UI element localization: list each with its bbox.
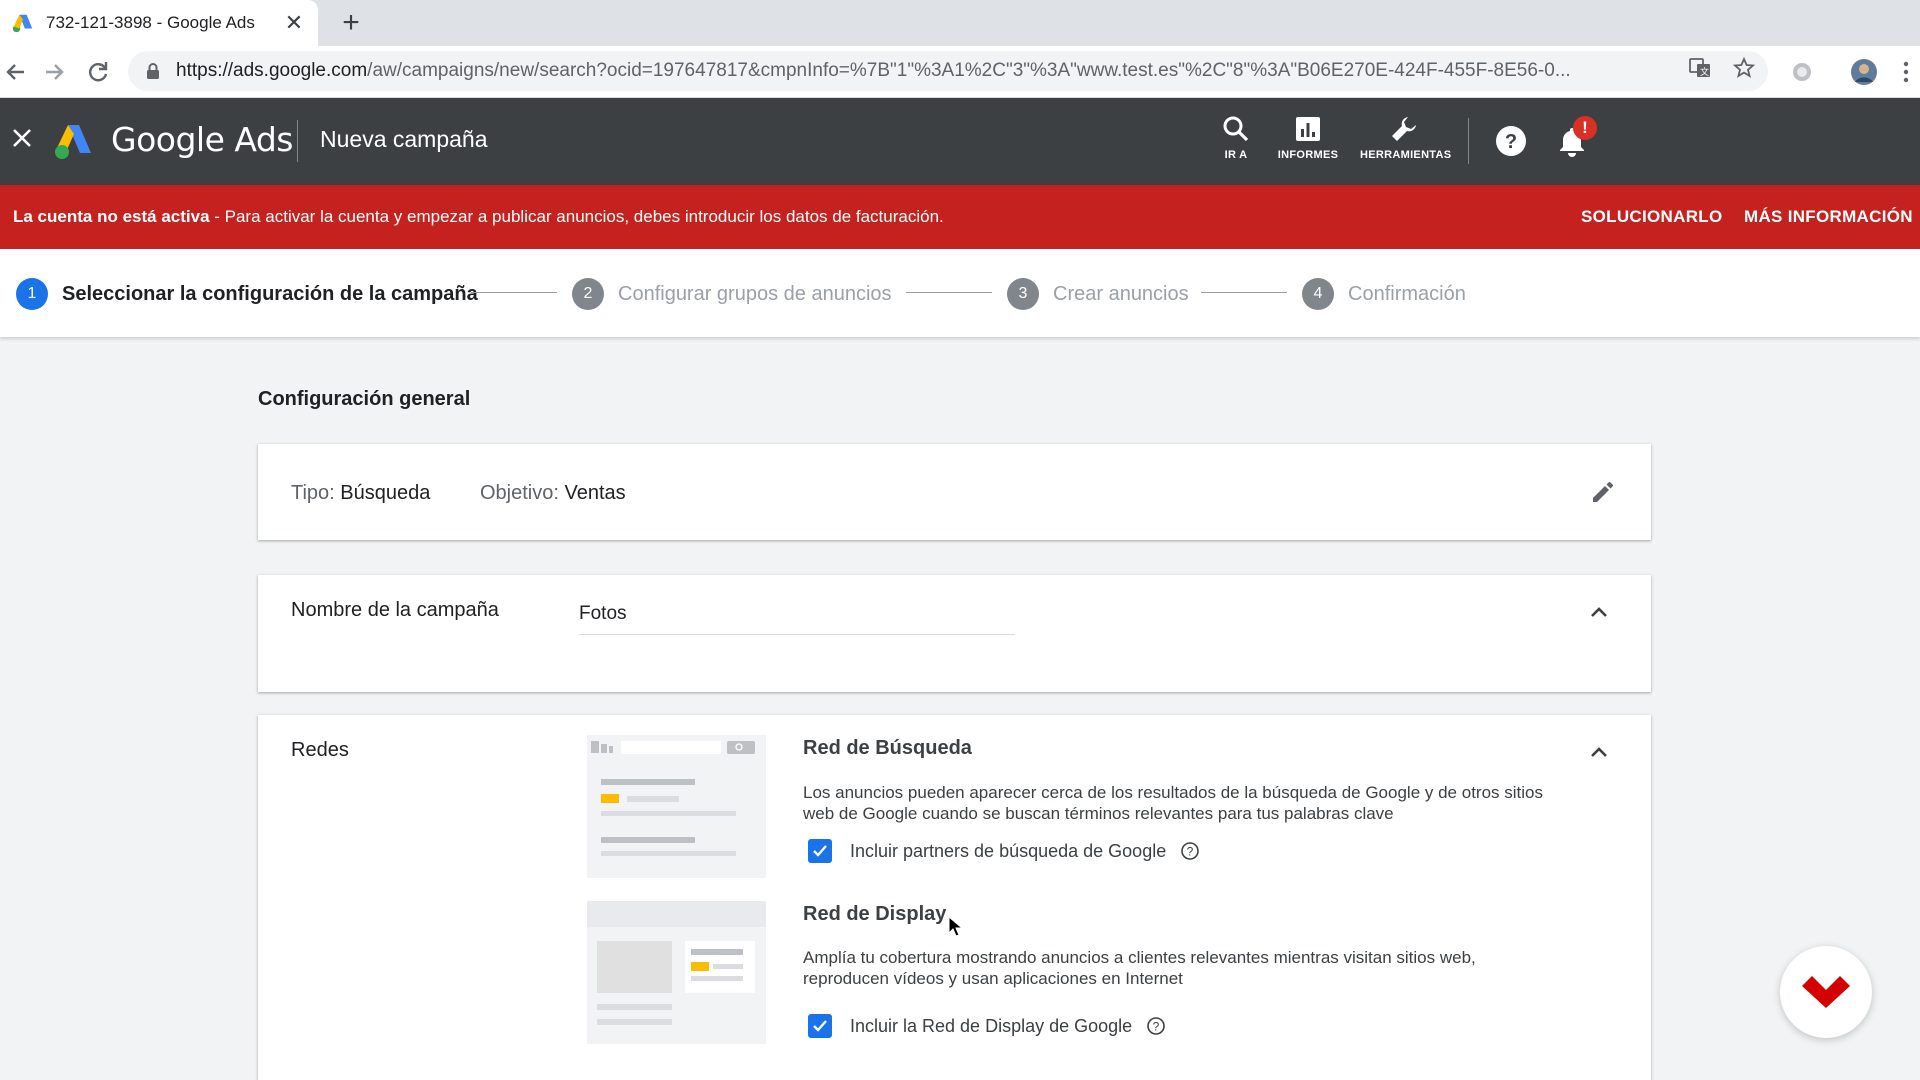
close-icon[interactable] (8, 124, 36, 152)
url-path: /aw/campaigns/new/search?ocid=197647817&… (367, 60, 1571, 81)
step-label: Confirmación (1348, 282, 1466, 305)
campaign-goal: Objetivo: Ventas (480, 482, 626, 505)
goal-value: Ventas (564, 482, 626, 504)
ads-header: Google Ads Nueva campaña IR A INFORMES H… (0, 98, 1920, 185)
profile-avatar-icon[interactable] (1850, 58, 1878, 86)
display-network-label: Incluir la Red de Display de Google (850, 1015, 1133, 1036)
alert-text: - Para activar la cuenta y empezar a pub… (209, 207, 944, 226)
campaign-type-card: Tipo: Búsqueda Objetivo: Ventas (258, 444, 1651, 540)
chevron-up-icon[interactable] (1587, 741, 1611, 765)
checkmark-icon (813, 1020, 827, 1032)
step-label: Configurar grupos de anuncios (618, 282, 892, 305)
go-to-label: IR A (1224, 149, 1248, 161)
display-network-illustration (587, 901, 766, 1044)
campaign-name-card: Nombre de la campaña Fotos (258, 575, 1651, 692)
display-network-option[interactable]: Incluir la Red de Display de Google ? (808, 1014, 1166, 1038)
alert-bold-text: La cuenta no está activa (13, 207, 210, 226)
tools-button[interactable]: HERRAMIENTAS (1360, 114, 1452, 161)
step-3[interactable]: 3 Crear anuncios (1007, 278, 1189, 310)
wrench-icon (1392, 117, 1416, 141)
campaign-stepper: 1 Seleccionar la configuración de la cam… (0, 249, 1920, 337)
browser-tab-bar: 732-121-3898 - Google Ads ✕ + (0, 0, 1920, 46)
more-info-button[interactable]: MÁS INFORMACIÓN (1744, 207, 1913, 227)
step-4[interactable]: 4 Confirmación (1302, 278, 1466, 310)
notification-badge: ! (1573, 116, 1597, 140)
search-network-illustration (587, 735, 766, 878)
goal-label: Objetivo: (480, 482, 565, 504)
step-2[interactable]: 2 Configurar grupos de anuncios (572, 278, 892, 310)
step-number: 2 (572, 278, 604, 310)
account-inactive-banner: La cuenta no está activa - Para activar … (0, 185, 1920, 249)
google-ads-logo-icon (55, 125, 91, 159)
mouse-cursor-icon (948, 916, 964, 937)
search-partners-option[interactable]: Incluir partners de búsqueda de Google ? (808, 839, 1200, 863)
step-number: 4 (1302, 278, 1334, 310)
brand-name: Google Ads (111, 120, 294, 159)
help-circle-icon[interactable]: ? (1146, 1016, 1166, 1036)
campaign-name-label: Nombre de la campaña (291, 599, 499, 621)
address-bar[interactable]: https://ads.google.com/aw/campaigns/new/… (128, 51, 1768, 91)
step-connector (471, 292, 557, 293)
search-network-title: Red de Búsqueda (803, 737, 972, 759)
search-icon (1223, 116, 1249, 142)
lock-icon (147, 63, 159, 79)
tab-close-icon[interactable]: ✕ (282, 10, 306, 36)
step-number: 3 (1007, 278, 1039, 310)
svg-text:?: ? (1187, 845, 1194, 859)
google-ads-favicon-icon (12, 14, 33, 33)
new-tab-button[interactable]: + (334, 6, 368, 40)
step-1[interactable]: 1 Seleccionar la configuración de la cam… (16, 278, 478, 310)
search-network-description: Los anuncios pueden aparecer cerca de lo… (803, 783, 1543, 823)
step-connector (1201, 292, 1287, 293)
url-text: https://ads.google.com/aw/campaigns/new/… (176, 60, 1768, 82)
header-divider (297, 120, 298, 162)
page-title: Nueva campaña (320, 126, 488, 152)
step-label: Crear anuncios (1053, 282, 1189, 305)
tab-title: 732-121-3898 - Google Ads (46, 13, 255, 32)
back-arrow-icon[interactable] (0, 56, 32, 88)
campaign-name-input[interactable]: Fotos (579, 595, 1015, 635)
reports-label: INFORMES (1277, 149, 1339, 161)
tools-label: HERRAMIENTAS (1360, 149, 1452, 161)
header-separator (1468, 118, 1469, 164)
display-network-title: Red de Display (803, 903, 947, 925)
general-settings-title: Configuración general (258, 388, 471, 410)
search-partners-checkbox[interactable] (808, 839, 832, 863)
step-label: Seleccionar la configuración de la campa… (62, 282, 478, 305)
type-value: Búsqueda (340, 482, 431, 504)
translate-icon[interactable]: 文 (1688, 56, 1712, 80)
svg-text:?: ? (1505, 131, 1517, 153)
display-network-checkbox[interactable] (808, 1014, 832, 1038)
floating-logo-button[interactable] (1780, 946, 1872, 1038)
reports-button[interactable]: INFORMES (1276, 114, 1340, 161)
networks-label: Redes (291, 739, 349, 761)
bar-chart-icon (1296, 117, 1320, 141)
alert-message: La cuenta no está activa - Para activar … (13, 207, 944, 227)
browser-menu-icon[interactable] (1892, 58, 1920, 86)
networks-card: Redes Red de Búsqueda Los anuncios puede… (258, 715, 1651, 1080)
go-to-button[interactable]: IR A (1216, 114, 1256, 161)
bookmark-star-icon[interactable] (1732, 56, 1756, 80)
checkmark-icon (813, 845, 827, 857)
step-connector (906, 292, 992, 293)
help-icon[interactable]: ? (1494, 124, 1528, 158)
red-chevron-logo-icon (1802, 976, 1850, 1008)
reload-icon[interactable] (82, 56, 114, 88)
browser-tab[interactable]: 732-121-3898 - Google Ads ✕ (0, 0, 318, 46)
svg-text:?: ? (1153, 1020, 1160, 1034)
svg-text:文: 文 (1700, 66, 1709, 78)
fix-button[interactable]: SOLUCIONARLO (1581, 207, 1722, 227)
search-partners-label: Incluir partners de búsqueda de Google (850, 840, 1167, 861)
url-host: https://ads.google.com (176, 60, 368, 81)
edit-pencil-icon[interactable] (1589, 478, 1617, 506)
forward-arrow-icon[interactable] (38, 56, 70, 88)
chevron-up-icon[interactable] (1587, 601, 1611, 625)
extension-icon[interactable] (1788, 58, 1816, 86)
help-circle-icon[interactable]: ? (1180, 841, 1200, 861)
campaign-type: Tipo: Búsqueda (291, 482, 430, 505)
display-network-description: Amplía tu cobertura mostrando anuncios a… (803, 948, 1476, 988)
browser-toolbar: https://ads.google.com/aw/campaigns/new/… (0, 46, 1920, 98)
type-label: Tipo: (291, 482, 341, 504)
step-number: 1 (16, 278, 48, 310)
